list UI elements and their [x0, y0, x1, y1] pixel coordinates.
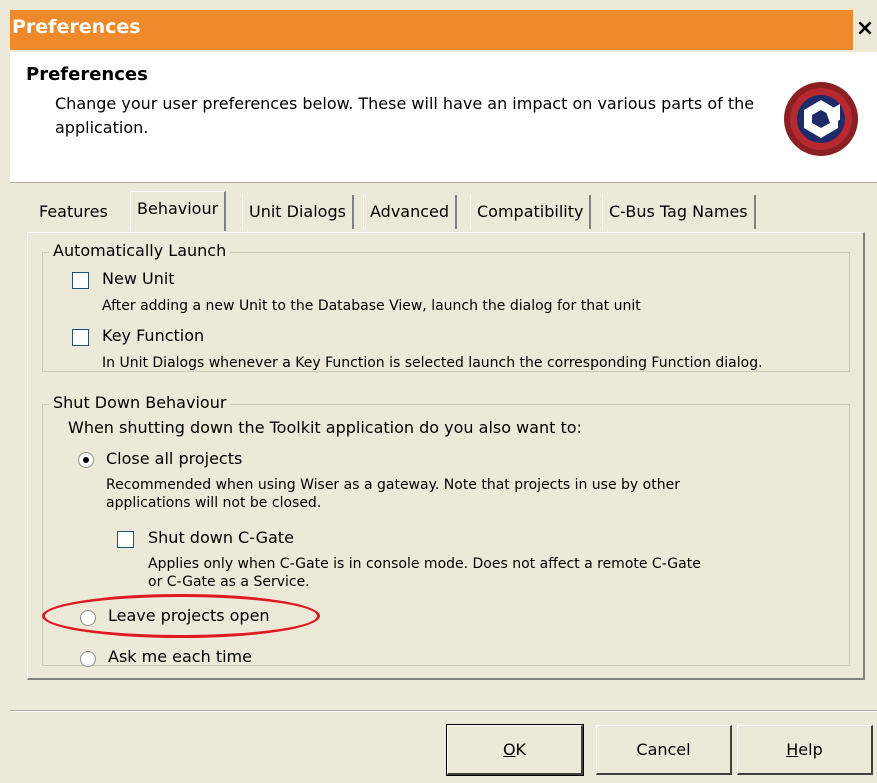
new-unit-checkbox[interactable] [72, 272, 89, 289]
tab-behaviour[interactable]: Behaviour [130, 191, 227, 231]
ask-each-time-label[interactable]: Ask me each time [108, 647, 252, 666]
footer-separator [10, 710, 877, 712]
cbus-logo-icon [784, 82, 858, 156]
header-description: Change your user preferences below. Thes… [55, 94, 755, 137]
header-title: Preferences [26, 64, 148, 85]
key-function-label[interactable]: Key Function [102, 326, 204, 345]
title-bar: Preferences × [0, 0, 877, 52]
close-all-radio[interactable] [78, 452, 94, 468]
close-all-label[interactable]: Close all projects [106, 449, 242, 468]
highlight-ellipse [42, 594, 320, 638]
tab-cbus-tag-names[interactable]: C-Bus Tag Names [602, 195, 756, 229]
key-function-checkbox[interactable] [72, 329, 89, 346]
shut-down-cgate-checkbox[interactable] [117, 531, 134, 548]
tab-advanced[interactable]: Advanced [363, 195, 458, 229]
ask-each-time-radio[interactable] [80, 651, 96, 667]
new-unit-description: After adding a new Unit to the Database … [102, 298, 641, 314]
key-function-description: In Unit Dialogs whenever a Key Function … [102, 355, 763, 371]
auto-launch-legend: Automatically Launch [49, 241, 231, 260]
shutdown-prompt: When shutting down the Toolkit applicati… [68, 418, 582, 437]
tab-compatibility[interactable]: Compatibility [470, 195, 592, 229]
close-all-description: Recommended when using Wiser as a gatewa… [106, 477, 680, 511]
shut-down-cgate-description: Applies only when C-Gate is in console m… [148, 556, 701, 590]
tab-strip: Features Behaviour Unit Dialogs Advanced… [0, 191, 877, 235]
help-label: Help [786, 740, 823, 759]
ok-label: OK [502, 740, 527, 759]
tab-features[interactable]: Features [33, 195, 114, 229]
cancel-button[interactable]: Cancel [596, 725, 732, 775]
help-button[interactable]: Help [737, 725, 873, 775]
tab-unit-dialogs[interactable]: Unit Dialogs [242, 195, 354, 229]
new-unit-label[interactable]: New Unit [102, 269, 175, 288]
window-title: Preferences [12, 16, 141, 38]
shutdown-legend: Shut Down Behaviour [49, 393, 231, 412]
dialog-header: Preferences Change your user preferences… [10, 52, 877, 183]
ok-button[interactable]: OK [446, 724, 584, 776]
close-icon[interactable]: × [855, 14, 875, 44]
shut-down-cgate-label[interactable]: Shut down C-Gate [148, 528, 294, 547]
